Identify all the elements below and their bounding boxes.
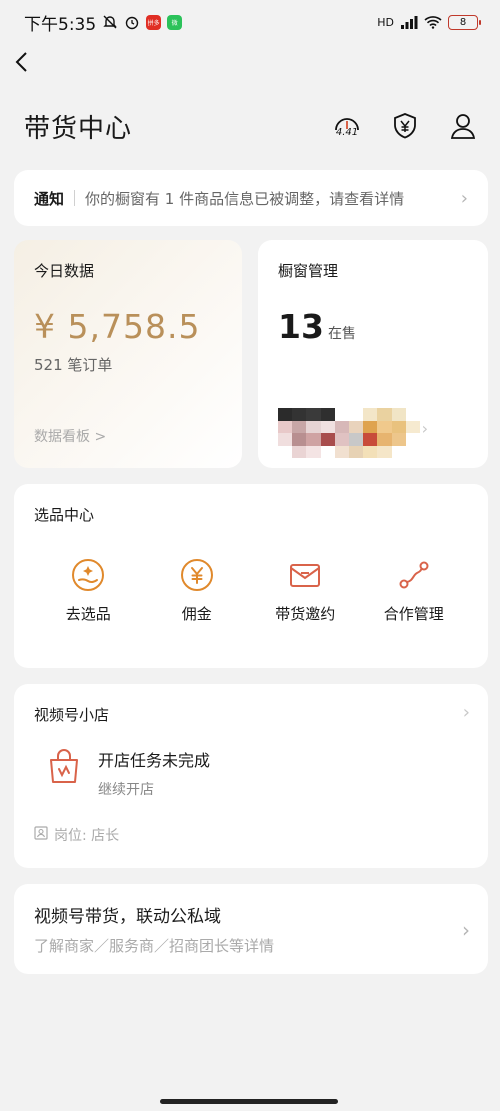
status-time: 下午5:35 [24, 14, 97, 35]
today-data-title: 今日数据 [34, 262, 95, 280]
alarm-icon [124, 14, 140, 30]
wifi-icon [424, 15, 442, 29]
back-arrow-icon [15, 52, 27, 72]
hand-sparkle-icon [70, 557, 106, 593]
shield-yen-icon [394, 113, 416, 139]
showcase-title: 橱窗管理 [278, 262, 339, 280]
today-data-card[interactable]: 今日数据 ¥ 5,758.5 521 笔订单 数据看板 > [14, 240, 242, 468]
select-center-title: 选品中心 [34, 506, 95, 524]
role-text: 岗位: 店长 [54, 828, 120, 844]
showcase-count: 13 [278, 307, 324, 346]
profile-button[interactable] [448, 110, 478, 142]
signal-icon [400, 15, 418, 29]
pixelated-thumbnail-image [278, 408, 420, 458]
header-actions: 4.41 [332, 110, 478, 142]
feature-label: 佣金 [181, 605, 212, 623]
status-bar: 下午5:35 拼多 微 HD 8 [0, 0, 500, 44]
user-icon [450, 114, 476, 139]
envelope-icon [287, 557, 323, 593]
feature-label: 去选品 [65, 605, 111, 623]
sales-amount: ¥ 5,758.5 [34, 307, 201, 346]
notice-text: 你的橱窗有 1 件商品信息已被调整，请查看详情 [85, 189, 405, 208]
network-hd-label: HD [377, 15, 394, 29]
score-button[interactable]: 4.41 [332, 110, 362, 142]
feature-select-products[interactable]: 去选品 [38, 557, 138, 624]
chevron-right-icon: › [460, 187, 468, 209]
role-row: 岗位: 店长 [34, 825, 468, 845]
chevron-right-icon: › [462, 918, 470, 942]
mute-bell-icon [102, 14, 118, 30]
wechat-app-icon: 微 [167, 14, 183, 30]
feature-invitation[interactable]: 带货邀约 [255, 557, 355, 624]
battery-level: 8 [459, 16, 467, 28]
connection-path-icon [396, 557, 432, 593]
home-indicator[interactable] [160, 1099, 338, 1104]
promo-subtitle: 了解商家／服务商／招商团长等详情 [34, 937, 275, 955]
feature-label: 带货邀约 [275, 605, 336, 623]
shopping-bag-icon [44, 747, 84, 791]
product-thumbnails[interactable] [278, 408, 420, 458]
continue-open-shop-link[interactable]: 继续开店 [98, 779, 210, 799]
page-title: 带货中心 [24, 114, 133, 144]
id-badge-icon [34, 826, 48, 844]
data-dashboard-link[interactable]: 数据看板 > [34, 426, 106, 446]
chevron-right-icon: › [421, 419, 428, 438]
funds-button[interactable] [390, 110, 420, 142]
score-value: 4.41 [335, 126, 359, 138]
notice-bar[interactable]: 通知 你的橱窗有 1 件商品信息已被调整，请查看详情 › [14, 170, 488, 226]
feature-commission[interactable]: 佣金 [147, 557, 247, 624]
battery-icon: 8 [448, 14, 481, 30]
video-shop-title: 视频号小店 [34, 706, 110, 724]
select-center-card: 选品中心 去选品 佣金 带货邀约 合作管理 [14, 484, 488, 668]
chevron-right-icon: › [462, 702, 470, 723]
pinduoduo-app-icon: 拼多 [146, 14, 162, 30]
promo-card[interactable]: 视频号带货，联动公私域 了解商家／服务商／招商团长等详情 › [14, 884, 488, 974]
open-shop-task[interactable]: 开店任务未完成 继续开店 [34, 747, 468, 799]
divider [74, 190, 76, 206]
notice-label: 通知 [34, 189, 65, 208]
promo-title: 视频号带货，联动公私域 [34, 907, 221, 927]
yen-coin-icon [179, 557, 215, 593]
back-button[interactable] [14, 48, 38, 76]
showcase-count-unit: 在售 [327, 326, 356, 342]
video-shop-card[interactable]: 视频号小店 › 开店任务未完成 继续开店 岗位: 店长 [14, 684, 488, 868]
feature-cooperation[interactable]: 合作管理 [364, 557, 464, 624]
feature-label: 合作管理 [383, 605, 444, 623]
showcase-card[interactable]: 橱窗管理 13 在售 › [258, 240, 488, 468]
task-title: 开店任务未完成 [98, 751, 211, 770]
order-count: 521 笔订单 [34, 356, 113, 374]
